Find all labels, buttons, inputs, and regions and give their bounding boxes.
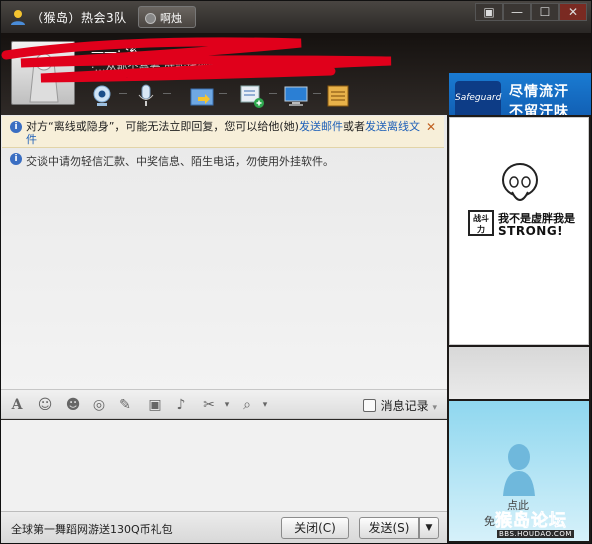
buddy-avatar[interactable] [11, 41, 75, 105]
right-sidebar: 战斗力 我不是虚胖我是 STRONG! 点此 免 [447, 115, 591, 543]
title-bar[interactable]: （猴岛）热会3队 啊烛 ▣ — ☐ ✕ [1, 1, 591, 33]
buddy-name: ——· 溪 [91, 45, 139, 60]
avatar-silhouette-icon [503, 444, 535, 496]
window-title: （猴岛）热会3队 [31, 11, 127, 25]
toolbar-separator [269, 93, 277, 94]
font-icon[interactable]: A [7, 396, 27, 414]
emoji-icon[interactable]: ☺ [35, 396, 55, 414]
microphone-icon[interactable] [133, 83, 159, 109]
watermark-url: BBS.HOUDAO.COM [497, 530, 574, 538]
toolbar-separator [219, 93, 227, 94]
buddy-signature: ·…丛那个翁羞 就能找到嘌唱 … [91, 61, 245, 74]
history-label: 消息记录 [380, 399, 429, 413]
avatar-hint-2: 免 [484, 515, 495, 528]
info-icon: i [10, 121, 22, 133]
status-dot-icon [145, 13, 156, 24]
app-box-icon[interactable] [325, 83, 351, 109]
toolbar-separator [163, 93, 171, 94]
webcam-icon[interactable] [89, 83, 115, 109]
ad-brand-logo: Safeguard [455, 81, 501, 119]
meme-badge: 战斗力 [468, 210, 494, 236]
security-tip-text: 交谈中请勿轻信汇款、中奖信息、陌生电话，勿使用外挂软件。 [26, 155, 334, 168]
chevron-down-icon: ▾ [432, 403, 437, 413]
close-notice-icon[interactable]: ✕ [426, 121, 436, 134]
bottom-bar: 全球第一舞蹈网游送130Q币礼包 关闭(C) 发送(S) ▼ [1, 511, 447, 543]
sidebar-divider-panel [449, 347, 589, 399]
doodle-icon[interactable]: ✎ [115, 396, 135, 414]
sidebar-show-panel[interactable]: 战斗力 我不是虚胖我是 STRONG! [449, 117, 589, 345]
meme-caption-2: STRONG! [498, 224, 564, 238]
avatar-figure-icon [29, 53, 59, 103]
ad-slogan-line1: 尽情流汗 [509, 84, 569, 100]
chat-header: ——· 溪 ·…丛那个翁羞 就能找到嘌唱 … Safeguard 尽情流汗 不留… [1, 33, 591, 145]
chat-history[interactable]: i 对方“离线或隐身”，可能无法立即回复，您可以给他(她)发送邮件或者发送离线文… [1, 115, 447, 389]
close-window-button[interactable]: ✕ [559, 3, 587, 21]
status-label: 啊烛 [160, 12, 182, 25]
maximize-button[interactable]: ☐ [531, 3, 559, 21]
or-text: 或者 [342, 120, 365, 133]
forum-watermark: 猴岛论坛 BBS.HOUDAO.COM [495, 506, 591, 542]
user-avatar-icon [11, 10, 25, 25]
meme-face-icon [502, 163, 538, 201]
send-file-icon[interactable] [189, 83, 215, 109]
screenshot-scissors-icon[interactable]: ✂ [199, 396, 219, 414]
window-menu-button[interactable]: ▣ [475, 3, 503, 21]
toolbox-icon[interactable]: ⌕ [237, 396, 257, 414]
promo-link[interactable]: 全球第一舞蹈网游送130Q币礼包 [11, 521, 173, 537]
send-options-button[interactable]: ▼ [419, 517, 439, 539]
message-input[interactable] [1, 420, 447, 511]
send-mail-link[interactable]: 发送邮件 [299, 120, 343, 133]
minimize-button[interactable]: — [503, 3, 531, 21]
chat-window: （猴岛）热会3队 啊烛 ▣ — ☐ ✕ ——· 溪 ·…丛那个翁羞 就能找到嘌唱… [0, 0, 592, 544]
image-icon[interactable]: ▣ [145, 396, 165, 414]
message-history-button[interactable]: 消息记录 ▾ [362, 397, 437, 414]
remote-assist-icon[interactable] [283, 83, 309, 109]
format-toolbar: A ☺ ☻ ◎ ✎ ▣ ♪ ✂ ▾ ⌕ ▾ 消息记录 ▾ [1, 389, 447, 419]
offline-notice-text: 对方“离线或隐身”，可能无法立即回复，您可以给他(她) [26, 120, 299, 133]
toolbar-separator [313, 93, 321, 94]
offline-notice: i 对方“离线或隐身”，可能无法立即回复，您可以给他(她)发送邮件或者发送离线文… [2, 116, 444, 148]
chevron-down-icon[interactable]: ▾ [217, 396, 237, 414]
magic-emoji-icon[interactable]: ☻ [63, 396, 83, 414]
message-plus-icon[interactable] [239, 83, 265, 109]
info-icon: i [10, 153, 22, 165]
chevron-down-icon[interactable]: ▾ [255, 396, 275, 414]
music-icon[interactable]: ♪ [171, 396, 191, 414]
security-tip: i 交谈中请勿轻信汇款、中奖信息、陌生电话，勿使用外挂软件。 [2, 151, 444, 173]
toolbar-separator [119, 93, 127, 94]
send-button[interactable]: 发送(S) [359, 517, 419, 539]
watermark-name: 猴岛论坛 [495, 511, 567, 532]
history-icon [362, 399, 376, 412]
shake-icon[interactable]: ◎ [89, 396, 109, 414]
status-button[interactable]: 啊烛 [138, 6, 196, 28]
close-button[interactable]: 关闭(C) [281, 517, 349, 539]
